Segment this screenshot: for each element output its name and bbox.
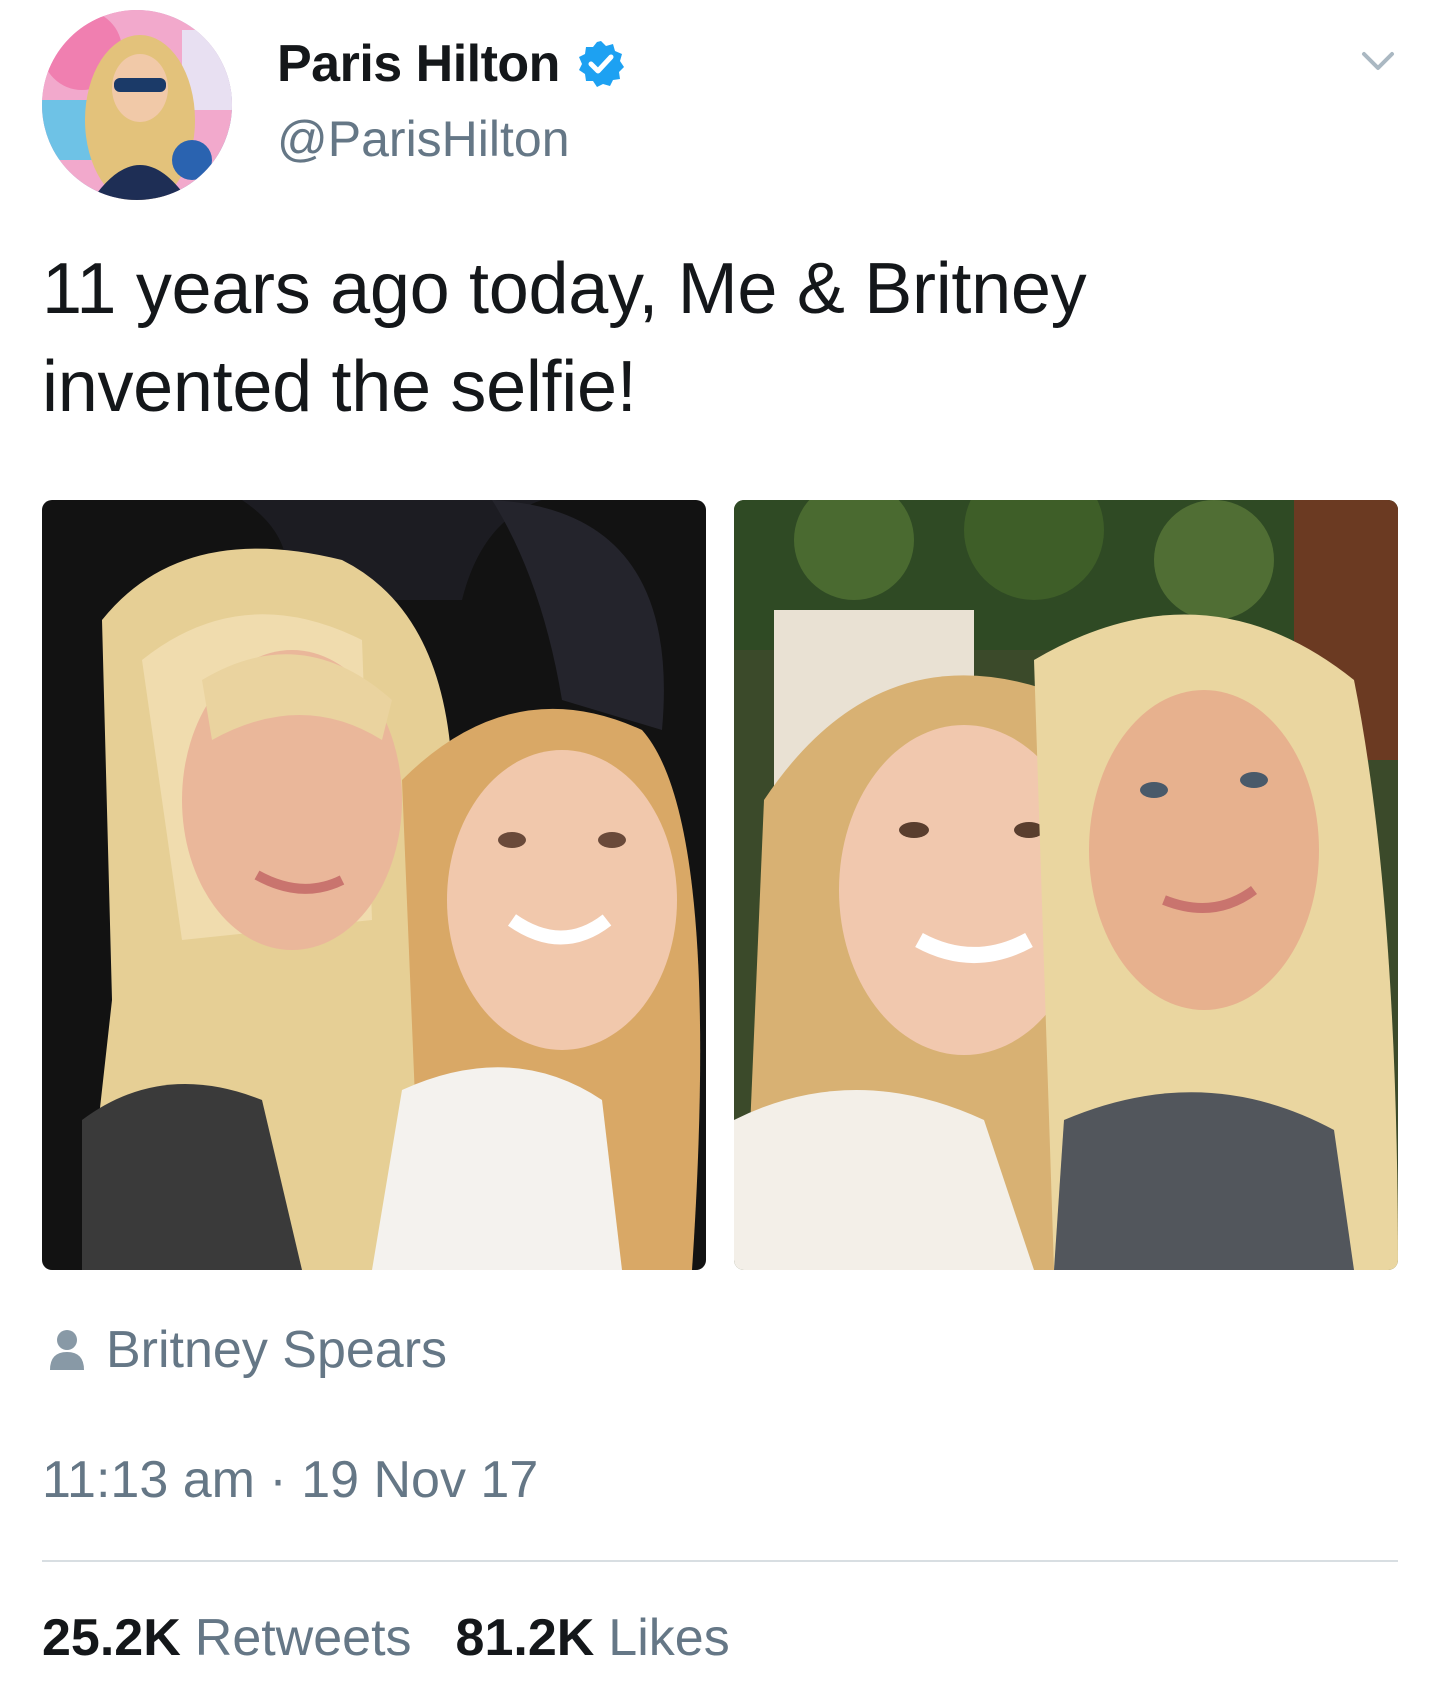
tweet-header: Paris Hilton @ParisHilton	[42, 10, 1398, 200]
selfie-photo-1[interactable]	[42, 500, 706, 1270]
timestamp-separator: ·	[269, 1451, 287, 1509]
tweet-text-line-1: 11 years ago today, Me & Britney	[42, 249, 1087, 329]
tweet-text: 11 years ago today, Me & Britney invente…	[42, 240, 1342, 436]
avatar-image	[42, 10, 232, 200]
verified-badge-icon	[576, 39, 626, 89]
selfie-photo-2[interactable]	[734, 500, 1398, 1270]
retweets-stat[interactable]: 25.2K Retweets	[42, 1608, 412, 1668]
tweet-text-line-2: invented the selfie!	[42, 347, 637, 427]
likes-count: 81.2K	[455, 1609, 595, 1667]
tagged-user[interactable]: Britney Spears	[48, 1320, 447, 1380]
likes-stat[interactable]: 81.2K Likes	[456, 1608, 730, 1668]
tagged-user-name: Britney Spears	[106, 1321, 448, 1379]
retweets-label: Retweets	[194, 1609, 412, 1667]
tweet-timestamp[interactable]: 11:13 am · 19 Nov 17	[42, 1450, 538, 1510]
tweet-stats: 25.2K Retweets 81.2K Likes	[42, 1608, 730, 1668]
timestamp-time: 11:13 am	[42, 1451, 255, 1509]
user-handle[interactable]: @ParisHilton	[277, 110, 570, 168]
chevron-down-icon[interactable]	[1358, 40, 1398, 80]
person-icon	[48, 1328, 86, 1372]
timestamp-date: 19 Nov 17	[301, 1451, 539, 1509]
avatar[interactable]	[42, 10, 232, 200]
divider	[42, 1560, 1398, 1562]
tweet-card: Paris Hilton @ParisHilton 11 years ago t…	[0, 0, 1440, 1688]
likes-label: Likes	[608, 1609, 730, 1667]
display-name[interactable]: Paris Hilton	[277, 34, 560, 94]
name-row: Paris Hilton	[277, 34, 626, 94]
media-grid	[42, 500, 1398, 1270]
retweets-count: 25.2K	[42, 1609, 181, 1667]
